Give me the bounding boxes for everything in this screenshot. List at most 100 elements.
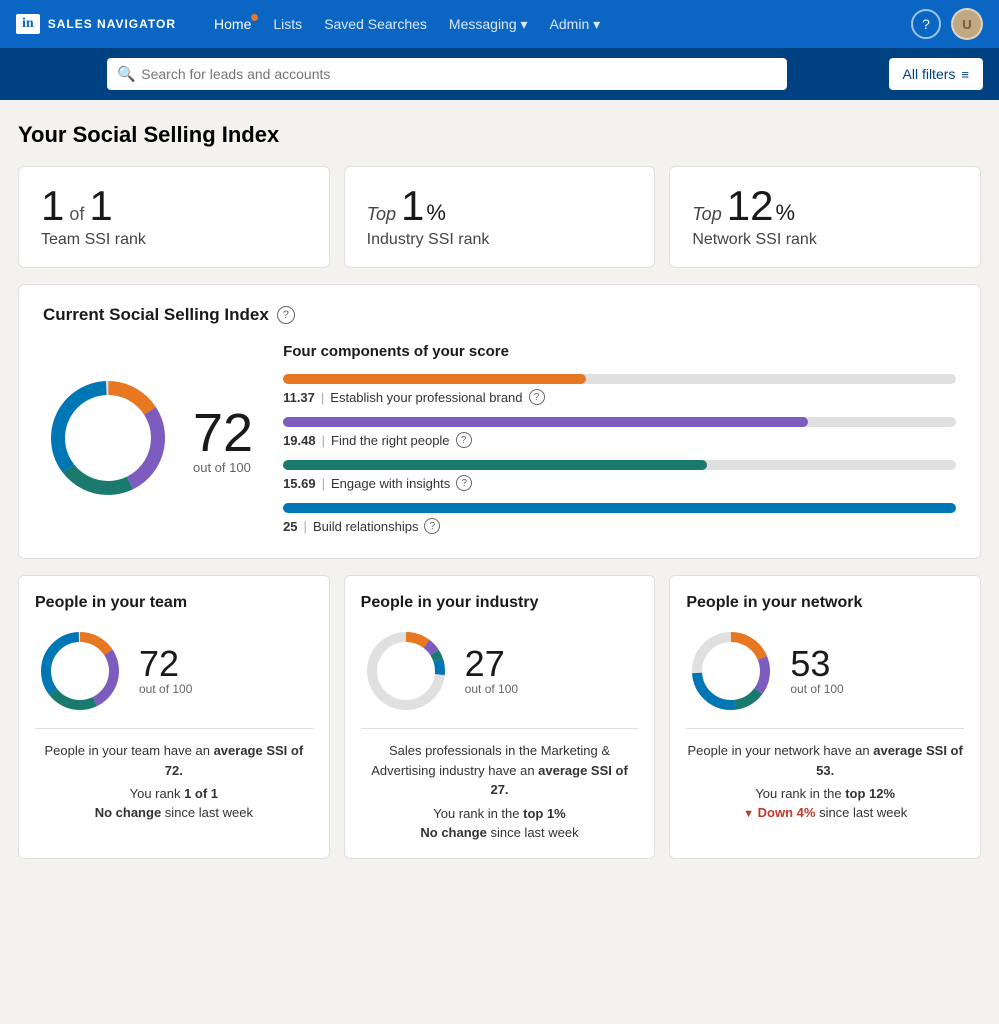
notification-dot <box>251 14 258 21</box>
network-rank-value: 12 <box>727 185 774 227</box>
network-desc: People in your network have an average S… <box>686 741 964 780</box>
network-divider <box>686 728 964 729</box>
bar-label-1: Find the right people <box>331 433 450 448</box>
bar-score-2: 15.69 <box>283 476 316 491</box>
search-bar: 🔍 All filters ≡ <box>0 48 999 100</box>
bottom-card-industry: People in your industry 27 out of 100 Sa… <box>344 575 656 859</box>
network-out-of: out of 100 <box>790 682 843 696</box>
main-content: Your Social Selling Index 1 of 1 Team SS… <box>0 100 999 1000</box>
bar-help-icon-3[interactable]: ? <box>424 518 440 534</box>
network-top-label: Top <box>692 204 721 225</box>
ssi-card-title: Current Social Selling Index <box>43 305 269 325</box>
ssi-score-display: 72 out of 100 <box>193 406 253 475</box>
bar-help-icon-2[interactable]: ? <box>456 475 472 491</box>
bottom-card-industry-title: People in your industry <box>361 594 639 612</box>
down-arrow-icon: ▼ <box>743 808 754 820</box>
bottom-card-team: People in your team 72 out of 100 People… <box>18 575 330 859</box>
industry-donut-svg <box>361 626 451 716</box>
nav-link-saved-searches[interactable]: Saved Searches <box>314 12 437 36</box>
bar-help-icon-1[interactable]: ? <box>456 432 472 448</box>
donut-svg <box>43 373 173 503</box>
ssi-card-header: Current Social Selling Index ? <box>43 305 956 325</box>
team-divider <box>35 728 313 729</box>
help-button[interactable]: ? <box>911 9 941 39</box>
nav-link-home[interactable]: Home <box>204 12 261 36</box>
bottom-cards-row: People in your team 72 out of 100 People… <box>18 575 981 859</box>
bar-label-2: Engage with insights <box>331 476 450 491</box>
bar-fill-1 <box>283 417 808 427</box>
nav-logo: in <box>16 14 40 34</box>
team-rank-numerator: 1 <box>41 185 64 227</box>
avatar[interactable]: U <box>951 8 983 40</box>
bar-item-2: 15.69 | Engage with insights ? <box>283 460 956 491</box>
network-score: 53 <box>790 646 843 682</box>
bar-fill-3 <box>283 503 956 513</box>
filter-icon: ≡ <box>961 67 969 82</box>
network-change-text: ▼ Down 4% since last week <box>686 805 964 820</box>
ssi-content: 72 out of 100 Four components of your sc… <box>43 343 956 538</box>
bar-score-0: 11.37 <box>283 390 315 405</box>
team-desc: People in your team have an average SSI … <box>35 741 313 780</box>
filters-label: All filters <box>903 66 956 82</box>
bar-score-3: 25 <box>283 519 297 534</box>
industry-rank-text: You rank in the top 1% <box>361 806 639 821</box>
nav-brand: SALES NAVIGATOR <box>48 17 176 31</box>
industry-rank-value: 1 <box>401 185 424 227</box>
nav-link-lists[interactable]: Lists <box>263 12 312 36</box>
bar-label-0: Establish your professional brand <box>330 390 522 405</box>
bottom-card-network-title: People in your network <box>686 594 964 612</box>
donut-chart <box>43 373 173 508</box>
bars-section: Four components of your score 11.37 | Es… <box>283 343 956 538</box>
nav-right: ? U <box>911 8 983 40</box>
team-score: 72 <box>139 646 192 682</box>
top-nav: in SALES NAVIGATOR Home Lists Saved Sear… <box>0 0 999 48</box>
team-change-text: No change since last week <box>35 805 313 820</box>
nav-link-admin[interactable]: Admin ▾ <box>540 12 611 37</box>
ssi-index-card: Current Social Selling Index ? <box>18 284 981 559</box>
industry-score: 27 <box>465 646 518 682</box>
ssi-score-out-of: out of 100 <box>193 460 253 475</box>
industry-top-label: Top <box>367 204 396 225</box>
bar-score-1: 19.48 <box>283 433 316 448</box>
bar-fill-0 <box>283 374 586 384</box>
ssi-help-icon[interactable]: ? <box>277 306 295 324</box>
industry-rank-pct: % <box>426 200 446 226</box>
bar-help-icon-0[interactable]: ? <box>529 389 545 405</box>
bar-item-3: 25 | Build relationships ? <box>283 503 956 534</box>
network-rank-pct: % <box>775 200 795 226</box>
industry-desc: Sales professionals in the Marketing & A… <box>361 741 639 800</box>
search-input-wrap: 🔍 <box>107 58 787 90</box>
search-input[interactable] <box>107 58 787 90</box>
industry-rank-label: Industry SSI rank <box>367 231 633 249</box>
search-icon: 🔍 <box>117 65 136 83</box>
bar-label-3: Build relationships <box>313 519 419 534</box>
rank-card-industry: Top 1 % Industry SSI rank <box>344 166 656 268</box>
team-donut-row: 72 out of 100 <box>35 626 313 716</box>
team-rank-of: of <box>69 204 84 225</box>
team-rank-text: You rank 1 of 1 <box>35 786 313 801</box>
team-rank-label: Team SSI rank <box>41 231 307 249</box>
bottom-card-team-title: People in your team <box>35 594 313 612</box>
bottom-card-network: People in your network 53 out of 100 Peo… <box>669 575 981 859</box>
bar-item-1: 19.48 | Find the right people ? <box>283 417 956 448</box>
ssi-score-number: 72 <box>193 406 253 460</box>
team-donut-svg <box>35 626 125 716</box>
donut-section: 72 out of 100 <box>43 373 253 508</box>
industry-divider <box>361 728 639 729</box>
nav-link-messaging[interactable]: Messaging ▾ <box>439 12 538 37</box>
all-filters-button[interactable]: All filters ≡ <box>889 58 984 90</box>
industry-donut-row: 27 out of 100 <box>361 626 639 716</box>
network-donut-svg <box>686 626 776 716</box>
bar-fill-2 <box>283 460 707 470</box>
industry-change-text: No change since last week <box>361 825 639 840</box>
bar-item-0: 11.37 | Establish your professional bran… <box>283 374 956 405</box>
bars-title: Four components of your score <box>283 343 956 360</box>
rank-card-team: 1 of 1 Team SSI rank <box>18 166 330 268</box>
rank-cards-row: 1 of 1 Team SSI rank Top 1 % Industry SS… <box>18 166 981 268</box>
network-donut-row: 53 out of 100 <box>686 626 964 716</box>
network-rank-label: Network SSI rank <box>692 231 958 249</box>
page-title: Your Social Selling Index <box>18 122 981 148</box>
industry-out-of: out of 100 <box>465 682 518 696</box>
team-out-of: out of 100 <box>139 682 192 696</box>
network-rank-text: You rank in the top 12% <box>686 786 964 801</box>
